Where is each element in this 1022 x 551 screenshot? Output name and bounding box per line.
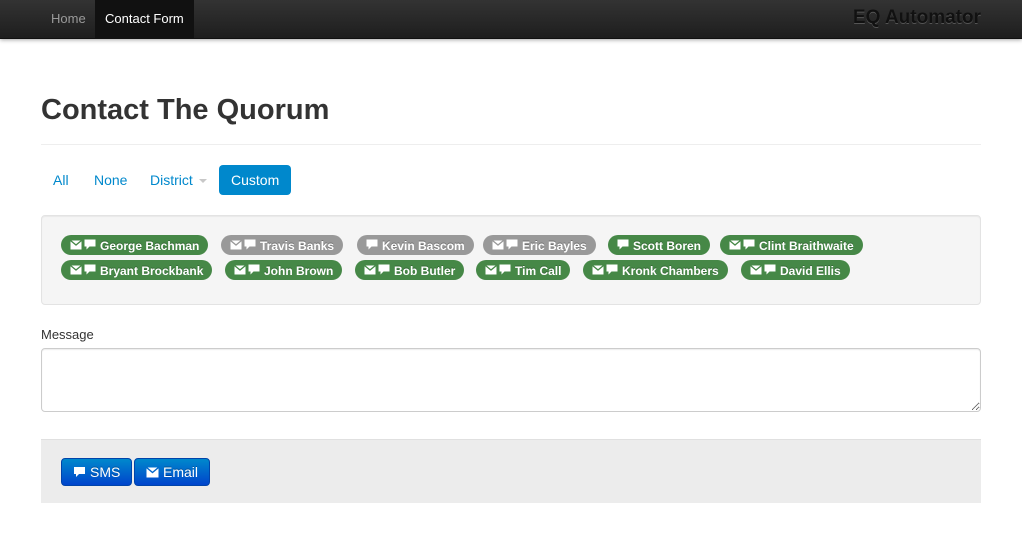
envelope-icon	[729, 239, 741, 250]
member-name: Bob Butler	[394, 263, 456, 278]
envelope-icon	[485, 264, 497, 275]
comment-icon	[764, 264, 776, 275]
envelope-icon	[230, 239, 242, 250]
envelope-icon	[70, 264, 82, 275]
member-name: David Ellis	[780, 263, 841, 278]
envelope-icon	[492, 239, 504, 250]
member-name: Travis Banks	[260, 238, 335, 253]
envelope-icon	[146, 466, 159, 478]
comment-icon	[84, 239, 96, 250]
nav-home[interactable]: Home	[41, 0, 96, 38]
brand-title[interactable]: EQ Automator	[853, 0, 981, 38]
comment-icon	[743, 239, 755, 250]
caret-down-icon	[198, 179, 207, 184]
member-badge[interactable]: John Brown	[225, 260, 343, 280]
member-badge[interactable]: George Bachman	[61, 235, 209, 255]
filter-district-dropdown[interactable]: District	[138, 165, 219, 195]
member-name: John Brown	[264, 263, 334, 278]
comment-icon	[73, 466, 86, 478]
member-badge[interactable]: David Ellis	[741, 260, 850, 280]
filter-district-label: District	[150, 172, 193, 188]
member-badge[interactable]: Kevin Bascom	[357, 235, 474, 255]
members-well: George Bachman Travis Banks Kevin Bascom Er…	[41, 215, 981, 305]
email-button[interactable]: Email	[134, 458, 211, 486]
member-badge[interactable]: Bob Butler	[355, 260, 465, 280]
comment-icon	[244, 239, 256, 250]
nav-contact-form[interactable]: Contact Form	[95, 0, 194, 38]
member-name: Bryant Brockbank	[100, 263, 204, 278]
envelope-icon	[592, 264, 604, 275]
filter-none[interactable]: None	[82, 165, 139, 195]
message-textarea[interactable]	[41, 348, 981, 412]
comment-icon	[84, 264, 96, 275]
comment-icon	[366, 239, 378, 250]
member-name: Kronk Chambers	[622, 263, 719, 278]
filter-custom[interactable]: Custom	[219, 165, 292, 195]
member-badge[interactable]: Scott Boren	[608, 235, 711, 255]
member-name: Scott Boren	[633, 238, 702, 253]
member-name: Kevin Bascom	[382, 238, 465, 253]
envelope-icon	[364, 264, 376, 275]
member-name: Clint Braithwaite	[759, 238, 854, 253]
envelope-icon	[234, 264, 246, 275]
form-actions: SMS Email	[41, 439, 981, 503]
sms-button[interactable]: SMS	[61, 458, 133, 486]
member-name: Eric Bayles	[522, 238, 587, 253]
email-button-label: Email	[163, 464, 199, 480]
member-badge[interactable]: Bryant Brockbank	[61, 260, 213, 280]
comment-icon	[506, 239, 518, 250]
member-badge[interactable]: Eric Bayles	[483, 235, 596, 255]
comment-icon	[617, 239, 629, 250]
top-navbar: Home Contact Form EQ Automator	[0, 0, 1022, 39]
comment-icon	[248, 264, 260, 275]
title-divider	[41, 144, 981, 145]
filter-all[interactable]: All	[41, 165, 81, 195]
comment-icon	[606, 264, 618, 275]
envelope-icon	[750, 264, 762, 275]
member-badge[interactable]: Clint Braithwaite	[720, 235, 863, 255]
member-name: Tim Call	[515, 263, 562, 278]
page-title: Contact The Quorum	[41, 94, 330, 126]
member-name: George Bachman	[100, 238, 200, 253]
sms-button-label: SMS	[90, 464, 121, 480]
comment-icon	[499, 264, 511, 275]
message-label: Message	[41, 327, 94, 342]
envelope-icon	[70, 239, 82, 250]
member-badge[interactable]: Tim Call	[476, 260, 571, 280]
comment-icon	[378, 264, 390, 275]
member-badge[interactable]: Travis Banks	[221, 235, 344, 255]
member-badge[interactable]: Kronk Chambers	[583, 260, 728, 280]
